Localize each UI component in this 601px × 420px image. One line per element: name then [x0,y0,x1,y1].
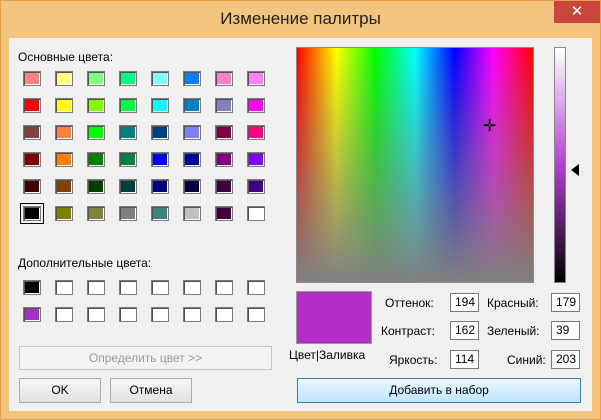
lum-label: Яркость: [389,353,438,367]
basic-color-swatch-0-0[interactable] [23,71,41,86]
hue-field[interactable]: 194 [450,293,479,312]
basic-color-swatch-5-1[interactable] [55,206,73,221]
crosshair-icon[interactable]: ✛ [483,116,496,136]
basic-color-swatch-2-4[interactable] [151,125,169,140]
custom-color-swatch-1-6[interactable] [215,307,233,322]
basic-color-swatch-0-5[interactable] [183,71,201,86]
green-field[interactable]: 39 [551,321,580,340]
basic-color-swatch-3-1[interactable] [55,152,73,167]
custom-color-swatch-1-2[interactable] [87,307,105,322]
custom-color-swatch-1-3[interactable] [119,307,137,322]
basic-color-swatch-5-3[interactable] [119,206,137,221]
custom-color-swatch-0-4[interactable] [151,280,169,295]
color-dialog: Изменение палитры ✕ Основные цвета: Допо… [0,0,601,420]
basic-color-swatch-1-3[interactable] [119,98,137,113]
basic-color-swatch-2-7[interactable] [247,125,265,140]
basic-color-swatch-5-4[interactable] [151,206,169,221]
basic-color-swatch-3-3[interactable] [119,152,137,167]
basic-color-swatch-2-5[interactable] [183,125,201,140]
close-button[interactable]: ✕ [554,1,600,23]
basic-color-swatch-4-2[interactable] [87,179,105,194]
basic-color-swatch-2-3[interactable] [119,125,137,140]
basic-color-swatch-4-5[interactable] [183,179,201,194]
add-to-custom-button[interactable]: Добавить в набор [297,378,581,403]
basic-color-swatch-0-1[interactable] [55,71,73,86]
cancel-button[interactable]: Отмена [110,378,192,403]
basic-color-swatch-5-0[interactable] [20,203,44,224]
green-label: Зеленый: [487,324,540,338]
basic-color-swatch-2-6[interactable] [215,125,233,140]
basic-color-swatch-3-0[interactable] [23,152,41,167]
basic-color-swatch-0-4[interactable] [151,71,169,86]
basic-color-swatch-1-6[interactable] [215,98,233,113]
dialog-body: Основные цвета: Дополнительные цвета: Оп… [9,38,592,411]
custom-color-swatch-0-1[interactable] [55,280,73,295]
basic-color-swatch-4-3[interactable] [119,179,137,194]
basic-color-swatch-0-2[interactable] [87,71,105,86]
basic-color-swatch-5-5[interactable] [183,206,201,221]
basic-color-swatch-4-1[interactable] [55,179,73,194]
basic-color-swatch-1-4[interactable] [151,98,169,113]
basic-color-swatch-2-1[interactable] [55,125,73,140]
basic-color-swatch-4-6[interactable] [215,179,233,194]
ok-button[interactable]: OK [19,378,101,403]
color-preview [296,291,372,344]
lum-field[interactable]: 114 [450,350,479,369]
define-color-button[interactable]: Определить цвет >> [19,346,272,370]
basic-color-swatch-1-0[interactable] [23,98,41,113]
sat-field[interactable]: 162 [450,321,479,340]
basic-color-swatch-5-2[interactable] [87,206,105,221]
luminosity-bar[interactable] [554,47,566,283]
basic-color-swatch-1-2[interactable] [87,98,105,113]
basic-color-swatch-0-6[interactable] [215,71,233,86]
basic-color-swatch-3-5[interactable] [183,152,201,167]
sat-label: Контраст: [381,324,435,338]
basic-color-swatch-2-2[interactable] [87,125,105,140]
custom-color-swatch-0-5[interactable] [183,280,201,295]
basic-color-swatch-5-7[interactable] [247,206,265,221]
red-field[interactable]: 179 [551,293,580,312]
custom-color-swatch-1-7[interactable] [247,307,265,322]
custom-color-swatch-0-7[interactable] [247,280,265,295]
basic-color-swatch-4-0[interactable] [23,179,41,194]
custom-color-swatch-0-6[interactable] [215,280,233,295]
basic-color-swatch-0-7[interactable] [247,71,265,86]
basic-color-swatch-4-7[interactable] [247,179,265,194]
custom-colors-label: Дополнительные цвета: [18,256,152,270]
window-title: Изменение палитры [220,9,381,28]
blue-field[interactable]: 203 [551,350,580,369]
basic-color-swatch-3-2[interactable] [87,152,105,167]
basic-color-swatch-5-6[interactable] [215,206,233,221]
color-spectrum[interactable]: ✛ [296,47,534,283]
basic-color-swatch-0-3[interactable] [119,71,137,86]
custom-color-swatch-1-1[interactable] [55,307,73,322]
preview-label: Цвет|Заливка [289,348,366,362]
basic-color-swatch-4-4[interactable] [151,179,169,194]
basic-color-swatch-1-7[interactable] [247,98,265,113]
title-bar[interactable]: Изменение палитры ✕ [1,1,600,38]
custom-color-swatch-0-0[interactable] [23,280,41,295]
custom-color-swatch-1-0[interactable] [23,307,41,322]
red-label: Красный: [487,296,539,310]
hue-label: Оттенок: [385,296,434,310]
custom-color-swatch-0-3[interactable] [119,280,137,295]
luminosity-arrow-icon[interactable] [571,164,579,176]
basic-color-swatch-3-4[interactable] [151,152,169,167]
custom-color-swatch-0-2[interactable] [87,280,105,295]
blue-label: Синий: [507,353,546,367]
basic-color-swatch-3-7[interactable] [247,152,265,167]
basic-color-swatch-1-5[interactable] [183,98,201,113]
basic-color-swatch-3-6[interactable] [215,152,233,167]
custom-color-swatch-1-4[interactable] [151,307,169,322]
basic-color-swatch-2-0[interactable] [23,125,41,140]
basic-colors-label: Основные цвета: [18,50,114,64]
basic-color-swatch-1-1[interactable] [55,98,73,113]
custom-color-swatch-1-5[interactable] [183,307,201,322]
